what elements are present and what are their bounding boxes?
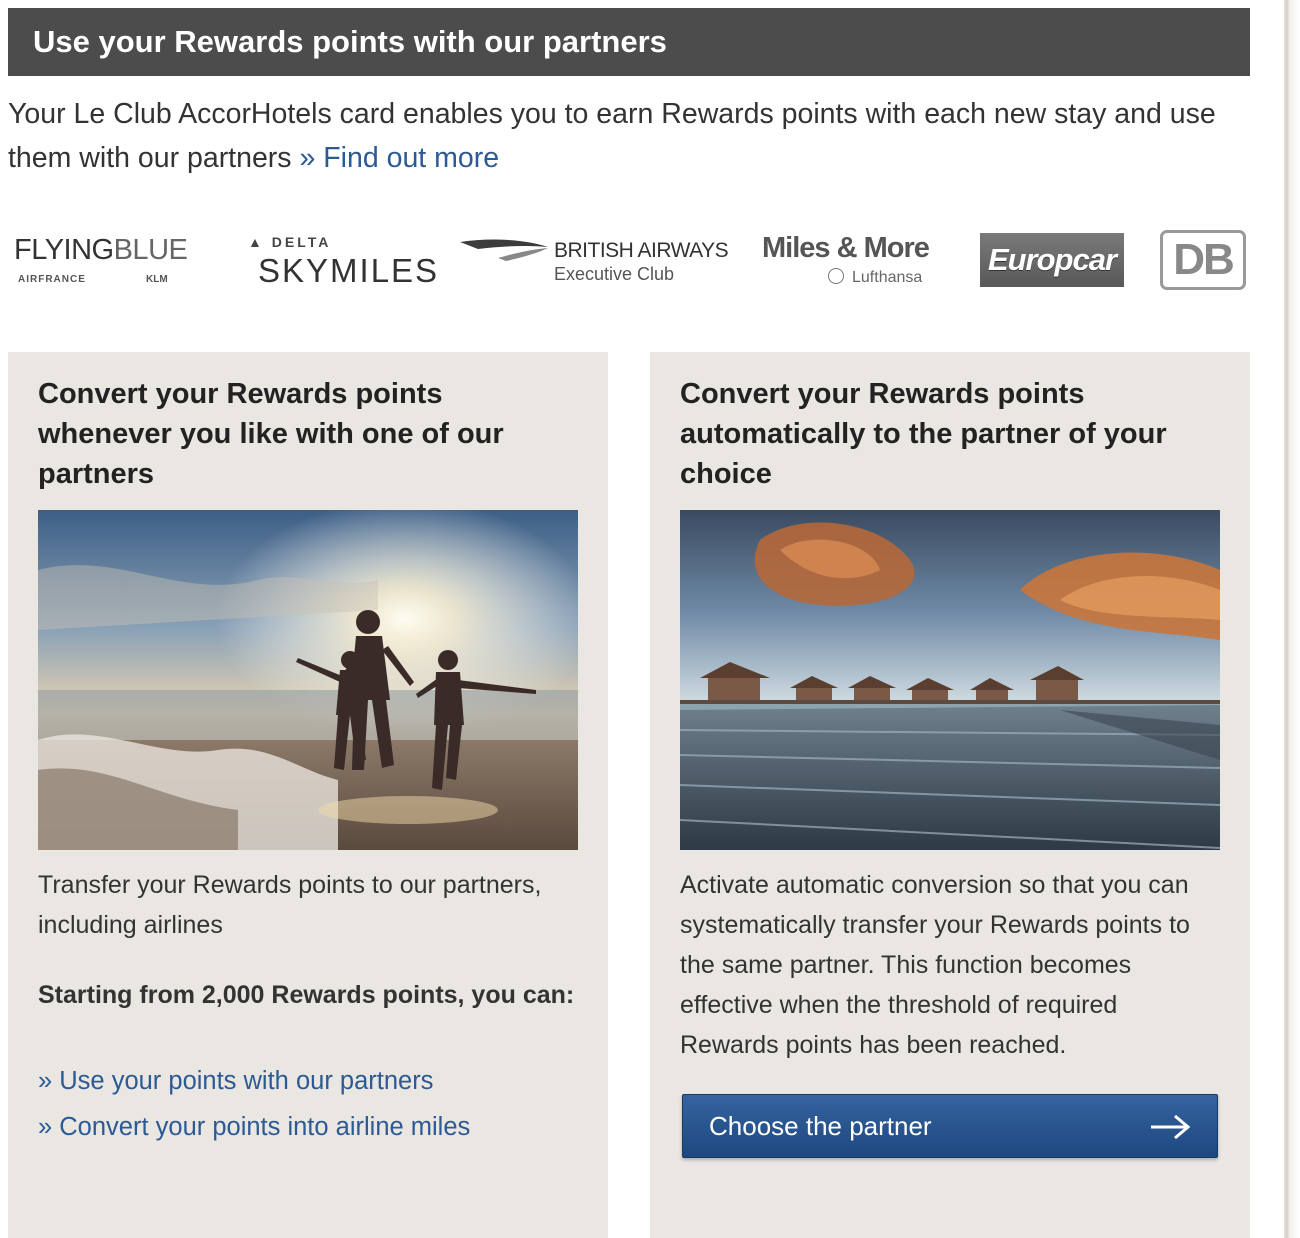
europcar-logo: Europcar [980, 226, 1124, 296]
manual-card-subhead: Starting from 2,000 Rewards points, you … [38, 981, 575, 1009]
blue-word: BLUE [113, 234, 188, 266]
europcar-text: Europcar [980, 233, 1124, 287]
air-france-text: AIRFRANCE [18, 274, 86, 285]
choose-partner-button[interactable]: Choose the partner [682, 1094, 1218, 1158]
manual-conversion-card: Convert your Rewards points whenever you… [8, 352, 608, 1238]
miles-more-text: Miles & More [762, 232, 930, 264]
delta-triangle-icon: ▲ [248, 234, 265, 250]
british-airways-logo: BRITISH AIRWAYS Executive Club [458, 226, 738, 296]
executive-club-text: Executive Club [554, 264, 675, 284]
db-text: DB [1160, 230, 1246, 290]
intro-text: Your Le Club AccorHotels card enables yo… [8, 98, 1216, 174]
automatic-conversion-card: Convert your Rewards points automaticall… [650, 352, 1250, 1238]
automatic-card-text: Activate automatic conversion so that yo… [680, 871, 1190, 1059]
miles-more-logo: Miles & More Lufthansa [760, 226, 950, 296]
choose-partner-label: Choose the partner [709, 1110, 932, 1141]
find-out-more-link[interactable]: » Find out more [299, 142, 499, 174]
page: Use your Rewards points with our partner… [0, 0, 1300, 1238]
ba-swoosh-icon [460, 239, 548, 261]
skymiles-text: SKYMILES [258, 252, 440, 289]
section-header: Use your Rewards points with our partner… [8, 8, 1250, 76]
partner-logos: FLYINGBLUE AIRFRANCE KLM ▲ DELTA SKYMILE… [8, 226, 1250, 296]
lufthansa-crane-icon [828, 268, 844, 284]
delta-text: DELTA [271, 234, 332, 250]
manual-card-text: Transfer your Rewards points to our part… [38, 871, 542, 939]
lufthansa-text: Lufthansa [852, 269, 923, 286]
section-title: Use your Rewards points with our partner… [33, 24, 667, 59]
klm-text: KLM [146, 274, 168, 285]
arrow-right-icon [1151, 1114, 1191, 1140]
scrollbar-track[interactable] [1284, 0, 1300, 1238]
intro-paragraph: Your Le Club AccorHotels card enables yo… [8, 92, 1248, 180]
manual-card-links: » Use your points with our partners » Co… [38, 1058, 470, 1150]
flying-blue-word: FLYING [14, 234, 114, 266]
pier-bungalows-photo [680, 510, 1220, 850]
use-points-link[interactable]: » Use your points with our partners [38, 1067, 433, 1095]
flying-blue-logo: FLYINGBLUE AIRFRANCE KLM [8, 226, 204, 296]
british-airways-text: BRITISH AIRWAYS [554, 239, 729, 262]
convert-miles-link[interactable]: » Convert your points into airline miles [38, 1113, 470, 1141]
manual-card-title: Convert your Rewards points whenever you… [38, 378, 504, 490]
db-logo: DB [1160, 226, 1246, 296]
beach-family-photo [38, 510, 578, 850]
delta-skymiles-logo: ▲ DELTA SKYMILES [236, 226, 440, 296]
automatic-card-title: Convert your Rewards points automaticall… [680, 378, 1167, 490]
